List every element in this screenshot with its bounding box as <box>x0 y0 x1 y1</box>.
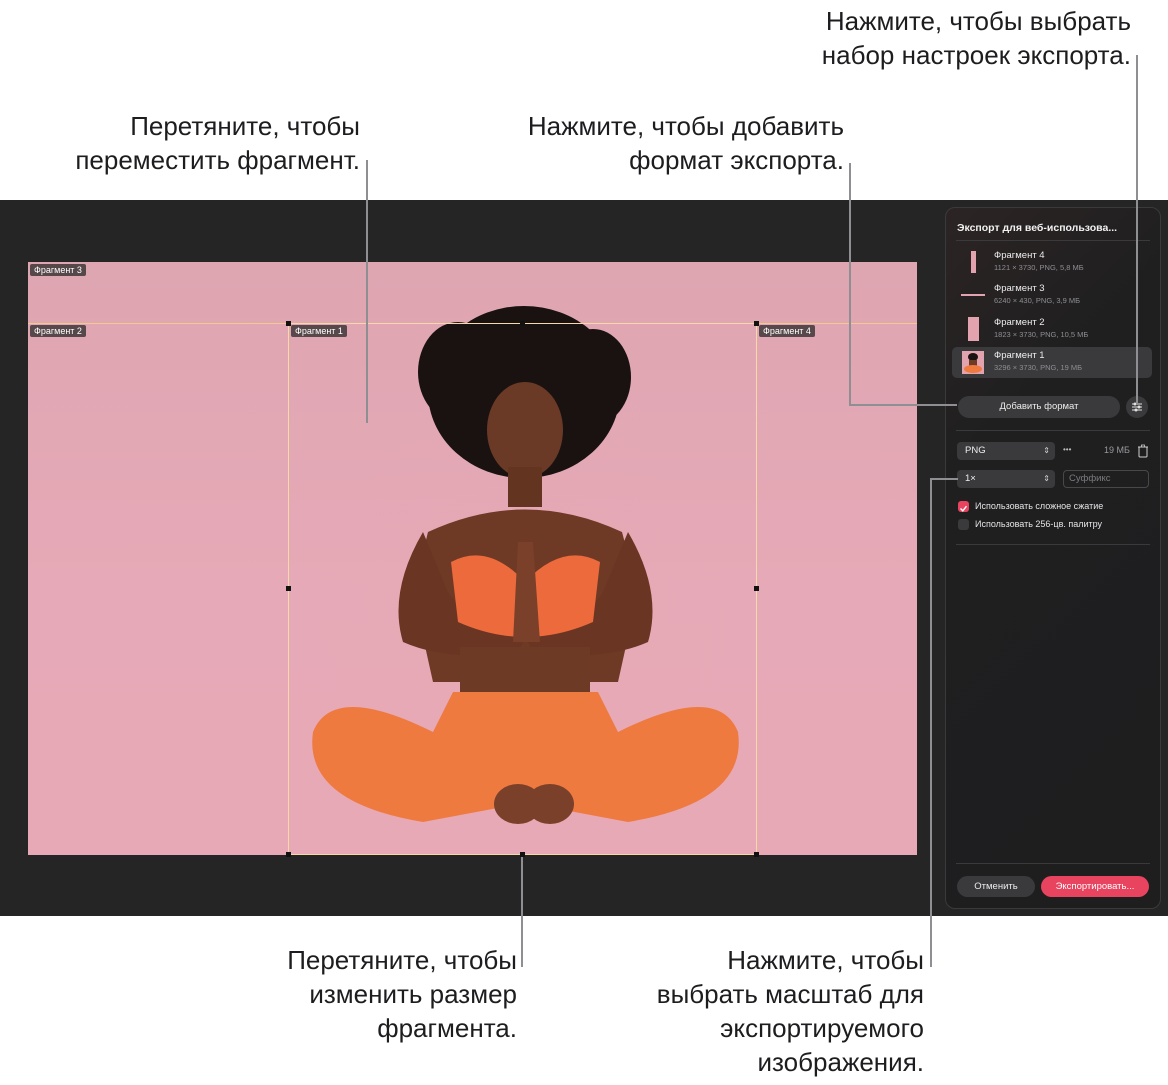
slice-4-region[interactable] <box>756 323 917 855</box>
slice-3-tag: Фрагмент 3 <box>30 264 86 276</box>
palette-label: Использовать 256-цв. палитру <box>975 519 1103 529</box>
callout-resize-line: Перетяните, чтобы <box>287 945 517 975</box>
slice-1-tag: Фрагмент 1 <box>291 325 347 337</box>
callout-preset-line: набор настроек экспорта. <box>821 40 1131 70</box>
more-options-button[interactable]: ••• <box>1063 445 1071 454</box>
callout-add-format-line: формат экспорта. <box>629 145 844 175</box>
compress-checkbox[interactable] <box>958 501 969 512</box>
compress-label: Использовать сложное сжатие <box>975 501 1104 511</box>
callout-move: Перетяните, чтобы переместить фрагмент. <box>75 109 360 177</box>
callout-move-line: Перетяните, чтобы <box>130 111 360 141</box>
leader-line <box>930 478 932 967</box>
divider <box>956 863 1150 864</box>
slice-name: Фрагмент 1 <box>994 350 1045 361</box>
callout-scale: Нажмите, чтобы выбрать масштаб для экспо… <box>657 943 924 1079</box>
thumbnail-image <box>964 353 982 373</box>
callout-resize-line: изменить размер <box>309 979 517 1009</box>
trash-icon[interactable] <box>1137 444 1149 458</box>
checkmark-icon <box>960 505 968 512</box>
callout-scale-line: Нажмите, чтобы <box>727 945 924 975</box>
resize-handle[interactable] <box>754 852 759 857</box>
export-panel: Экспорт для веб-использова... Фрагмент 4… <box>945 207 1161 909</box>
slice-list-item-1[interactable]: Фрагмент 1 3296 × 3730, PNG, 19 МБ <box>952 347 1152 378</box>
suffix-input[interactable]: Суффикс <box>1063 470 1149 488</box>
slice-meta: 3296 × 3730, PNG, 19 МБ <box>994 363 1083 372</box>
slice-list-item-4[interactable]: Фрагмент 4 1121 × 3730, PNG, 5,8 МБ <box>952 247 1152 278</box>
slice-3-region[interactable] <box>28 262 917 324</box>
divider <box>956 544 1150 545</box>
callout-scale-line: экспортируемого <box>720 1013 924 1043</box>
palette-checkbox[interactable] <box>958 519 969 530</box>
slice-list-item-2[interactable]: Фрагмент 2 1823 × 3730, PNG, 10,5 МБ <box>952 314 1152 345</box>
callout-resize-line: фрагмента. <box>377 1013 517 1043</box>
slice-thumbnail <box>968 317 979 341</box>
chevron-updown-icon: ⇕ <box>1043 446 1050 455</box>
leader-line <box>930 478 958 480</box>
scale-select[interactable]: 1× ⇕ <box>957 470 1055 488</box>
slice-meta: 6240 × 430, PNG, 3,9 МБ <box>994 296 1081 305</box>
callout-add-format: Нажмите, чтобы добавить формат экспорта. <box>528 109 844 177</box>
slice-thumbnail <box>971 251 976 273</box>
leader-line <box>1136 55 1138 405</box>
add-format-button[interactable]: Добавить формат <box>958 396 1120 418</box>
callout-resize: Перетяните, чтобы изменить размер фрагме… <box>287 943 517 1045</box>
format-value: PNG <box>965 445 986 456</box>
leader-line <box>849 404 957 406</box>
callout-move-line: переместить фрагмент. <box>75 145 360 175</box>
resize-handle[interactable] <box>754 321 759 326</box>
divider <box>956 430 1150 431</box>
slice-meta: 1823 × 3730, PNG, 10,5 МБ <box>994 330 1089 339</box>
slice-2-tag: Фрагмент 2 <box>30 325 86 337</box>
slice-name: Фрагмент 3 <box>994 283 1045 294</box>
chevron-updown-icon: ⇕ <box>1043 474 1050 483</box>
callout-preset-line: Нажмите, чтобы выбрать <box>825 6 1131 36</box>
divider <box>956 240 1150 241</box>
slice-1-region[interactable] <box>288 323 757 855</box>
slice-2-region[interactable] <box>28 323 289 855</box>
panel-title: Экспорт для веб-использова... <box>957 222 1118 234</box>
leader-line <box>366 160 368 423</box>
leader-line <box>849 163 851 406</box>
slice-name: Фрагмент 2 <box>994 317 1045 328</box>
resize-handle[interactable] <box>520 321 525 326</box>
callout-add-format-line: Нажмите, чтобы добавить <box>527 111 844 141</box>
slice-meta: 1121 × 3730, PNG, 5,8 МБ <box>994 263 1084 272</box>
slice-list-item-3[interactable]: Фрагмент 3 6240 × 430, PNG, 3,9 МБ <box>952 280 1152 311</box>
slice-4-tag: Фрагмент 4 <box>759 325 815 337</box>
resize-handle[interactable] <box>754 586 759 591</box>
callout-preset: Нажмите, чтобы выбрать набор настроек эк… <box>822 4 1131 72</box>
resize-handle[interactable] <box>286 321 291 326</box>
slice-thumbnail <box>962 351 984 374</box>
format-select[interactable]: PNG ⇕ <box>957 442 1055 460</box>
callout-scale-line: выбрать масштаб для <box>656 979 924 1009</box>
callout-scale-line: изображения. <box>757 1047 924 1077</box>
scale-value: 1× <box>965 473 976 484</box>
export-button[interactable]: Экспортировать... <box>1041 876 1149 897</box>
file-size: 19 МБ <box>1104 445 1130 455</box>
resize-handle[interactable] <box>286 852 291 857</box>
slice-thumbnail <box>961 294 985 296</box>
leader-line <box>521 857 523 967</box>
cancel-button[interactable]: Отменить <box>957 876 1035 897</box>
slice-name: Фрагмент 4 <box>994 250 1045 261</box>
resize-handle[interactable] <box>286 586 291 591</box>
